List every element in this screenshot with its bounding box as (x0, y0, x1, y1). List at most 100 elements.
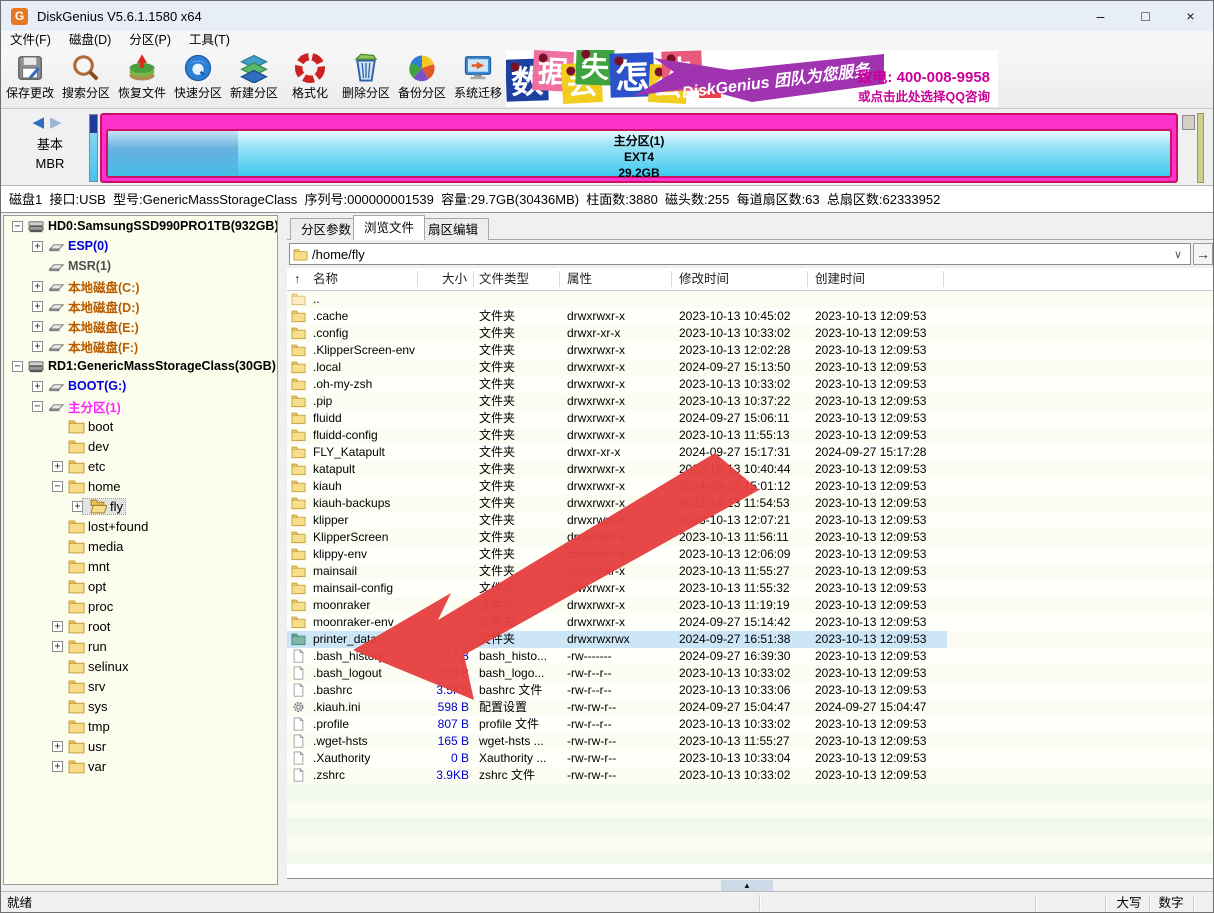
col-size[interactable]: 大小 (421, 268, 467, 290)
file-row--klipperscreen-env[interactable]: .KlipperScreen-env文件夹drwxrwxr-x2023-10-1… (287, 342, 1214, 359)
tree-expander-plus[interactable]: + (52, 461, 63, 472)
col-attr[interactable]: 属性 (567, 268, 592, 290)
file-row--config[interactable]: .config文件夹drwxr-xr-x2023-10-13 10:33:022… (287, 325, 1214, 342)
tree-expander-minus[interactable]: − (32, 401, 43, 412)
file-row--xauthority[interactable]: .Xauthority0 BXauthority ...-rw-rw-r--20… (287, 750, 1214, 767)
tree-item-home[interactable]: −home (4, 476, 277, 496)
file-row-moonraker[interactable]: moonraker文件夹drwxrwxr-x2023-10-13 11:19:1… (287, 597, 1214, 614)
toolbar-button-delete[interactable]: 删除分区 (338, 52, 394, 107)
col-created[interactable]: 创建时间 (815, 268, 865, 290)
tree-item-lost-found[interactable]: lost+found (4, 516, 277, 536)
tab-sector-edit[interactable]: 扇区编辑 (417, 218, 489, 240)
menu-item-1[interactable]: 磁盘(D) (60, 31, 120, 50)
tree-item--1-[interactable]: −主分区(1) (4, 396, 277, 416)
tree-expander-minus[interactable]: − (12, 221, 23, 232)
partition-bar[interactable]: 主分区(1) EXT4 29.2GB (106, 129, 1172, 178)
toolbar-button-recover[interactable]: 恢复文件 (114, 52, 170, 107)
tree-item--f-[interactable]: +本地磁盘(F:) (4, 336, 277, 356)
tree-item-hd0-samsungssd990pro1tb-932gb-[interactable]: −HD0:SamsungSSD990PRO1TB(932GB) (4, 216, 277, 236)
tab-partition-params[interactable]: 分区参数 (290, 218, 362, 240)
tree-expander-plus[interactable]: + (52, 741, 63, 752)
next-disk-arrow-icon[interactable]: ▶ (50, 114, 68, 131)
tree-item--c-[interactable]: +本地磁盘(C:) (4, 276, 277, 296)
tree-item-mnt[interactable]: mnt (4, 556, 277, 576)
file-row-klippy-env[interactable]: klippy-env文件夹drwxrwxr-x2023-10-13 12:06:… (287, 546, 1214, 563)
menu-item-0[interactable]: 文件(F) (1, 31, 60, 50)
chevron-down-icon[interactable]: ∨ (1174, 250, 1186, 260)
tree-item-sys[interactable]: sys (4, 696, 277, 716)
tree-item-run[interactable]: +run (4, 636, 277, 656)
col-type[interactable]: 文件类型 (479, 268, 529, 290)
tree-item-usr[interactable]: +usr (4, 736, 277, 756)
tree-expander-plus[interactable]: + (32, 341, 43, 352)
banner-qq-link[interactable]: 或点击此处选择QQ咨询 (858, 86, 990, 105)
tree-expander-plus[interactable]: + (32, 281, 43, 292)
file-row--bash-history[interactable]: .bash_history17 Bbash_histo...-rw-------… (287, 648, 1214, 665)
tree-item-root[interactable]: +root (4, 616, 277, 636)
tree-item-proc[interactable]: proc (4, 596, 277, 616)
tree-expander-plus[interactable]: + (32, 241, 43, 252)
file-row--[interactable]: .. (287, 291, 1214, 308)
file-row-klipper[interactable]: klipper文件夹drwxrwxr-x2023-10-13 12:07:212… (287, 512, 1214, 529)
tree-item-srv[interactable]: srv (4, 676, 277, 696)
tree-item-dev[interactable]: dev (4, 436, 277, 456)
tree-expander-plus[interactable]: + (32, 301, 43, 312)
tree-item--d-[interactable]: +本地磁盘(D:) (4, 296, 277, 316)
file-row-fluidd[interactable]: fluidd文件夹drwxrwxr-x2024-09-27 15:06:1120… (287, 410, 1214, 427)
tree-expander-plus[interactable]: + (52, 641, 63, 652)
file-row-mainsail[interactable]: mainsail文件夹drwxrwxr-x2023-10-13 11:55:27… (287, 563, 1214, 580)
tree-item-msr-1-[interactable]: MSR(1) (4, 256, 277, 276)
tree-item-var[interactable]: +var (4, 756, 277, 776)
toolbar-button-save[interactable]: 保存更改 (2, 52, 58, 107)
toolbar-button-search[interactable]: 搜索分区 (58, 52, 114, 107)
tree-item-opt[interactable]: opt (4, 576, 277, 596)
toolbar-button-backup[interactable]: 备份分区 (394, 52, 450, 107)
menu-item-3[interactable]: 工具(T) (180, 31, 239, 50)
tree-item-tmp[interactable]: tmp (4, 716, 277, 736)
tree-item-fly[interactable]: +fly (4, 496, 277, 516)
col-name[interactable]: 名称 (313, 268, 338, 290)
file-row-mainsail-config[interactable]: mainsail-config文件夹drwxrwxr-x2023-10-13 1… (287, 580, 1214, 597)
toolbar-button-migrate[interactable]: 系统迁移 (450, 52, 506, 107)
file-row-kiauh-backups[interactable]: kiauh-backups文件夹drwxrwxr-x2023-10-13 11:… (287, 495, 1214, 512)
col-modified[interactable]: 修改时间 (679, 268, 729, 290)
maximize-button[interactable]: □ (1123, 1, 1168, 31)
file-row--local[interactable]: .local文件夹drwxrwxr-x2024-09-27 15:13:5020… (287, 359, 1214, 376)
toolbar-button-new-partition[interactable]: 新建分区 (226, 52, 282, 107)
disk-scroll-thumb[interactable] (1182, 115, 1195, 130)
file-row--pip[interactable]: .pip文件夹drwxrwxr-x2023-10-13 10:37:222023… (287, 393, 1214, 410)
tree-expander-minus[interactable]: − (52, 481, 63, 492)
path-combobox[interactable]: /home/fly ∨ (289, 243, 1191, 265)
file-row-printer-data[interactable]: printer_data文件夹drwxrwxrwx2024-09-27 16:5… (287, 631, 947, 648)
tree-expander-plus[interactable]: + (72, 501, 83, 512)
tree-item-media[interactable]: media (4, 536, 277, 556)
file-row--profile[interactable]: .profile807 Bprofile 文件-rw-r--r--2023-10… (287, 716, 1214, 733)
file-row-katapult[interactable]: katapult文件夹drwxrwxr-x2023-10-13 10:40:44… (287, 461, 1214, 478)
tree-item-etc[interactable]: +etc (4, 456, 277, 476)
minimize-button[interactable]: – (1078, 1, 1123, 31)
file-row--cache[interactable]: .cache文件夹drwxrwxr-x2023-10-13 10:45:0220… (287, 308, 1214, 325)
toolbar-button-format[interactable]: 格式化 (282, 52, 338, 107)
tree-expander-plus[interactable]: + (52, 621, 63, 632)
tree-item-rd1-genericmassstorageclass-30gb-[interactable]: −RD1:GenericMassStorageClass(30GB) (4, 356, 277, 376)
path-go-button[interactable]: → (1193, 243, 1213, 265)
file-row-fluidd-config[interactable]: fluidd-config文件夹drwxrwxr-x2023-10-13 11:… (287, 427, 1214, 444)
close-button[interactable]: × (1168, 1, 1213, 31)
collapse-panel-button[interactable]: ▲ (721, 880, 773, 891)
toolbar-button-quick[interactable]: 快速分区 (170, 52, 226, 107)
file-row--oh-my-zsh[interactable]: .oh-my-zsh文件夹drwxrwxr-x2023-10-13 10:33:… (287, 376, 1214, 393)
file-row--wget-hsts[interactable]: .wget-hsts165 Bwget-hsts ...-rw-rw-r--20… (287, 733, 1214, 750)
tree-expander-plus[interactable]: + (52, 761, 63, 772)
file-row--bashrc[interactable]: .bashrc3.5KBbashrc 文件-rw-r--r--2023-10-1… (287, 682, 1214, 699)
tree-expander-minus[interactable]: − (12, 361, 23, 372)
tree-item-boot-g-[interactable]: +BOOT(G:) (4, 376, 277, 396)
previous-disk-sliver[interactable] (89, 114, 98, 182)
file-row--kiauh-ini[interactable]: .kiauh.ini598 B配置设置-rw-rw-r--2024-09-27 … (287, 699, 1214, 716)
tree-item-esp-0-[interactable]: +ESP(0) (4, 236, 277, 256)
tab-browse-files[interactable]: 浏览文件 (353, 215, 425, 240)
tree-item--e-[interactable]: +本地磁盘(E:) (4, 316, 277, 336)
file-row-kiauh[interactable]: kiauh文件夹drwxrwxr-x2024-09-27 15:01:12202… (287, 478, 1214, 495)
file-row--zshrc[interactable]: .zshrc3.9KBzshrc 文件-rw-rw-r--2023-10-13 … (287, 767, 1214, 784)
tree-expander-plus[interactable]: + (32, 321, 43, 332)
file-row-klipperscreen[interactable]: KlipperScreen文件夹drwxrwxr-x2023-10-13 11:… (287, 529, 1214, 546)
